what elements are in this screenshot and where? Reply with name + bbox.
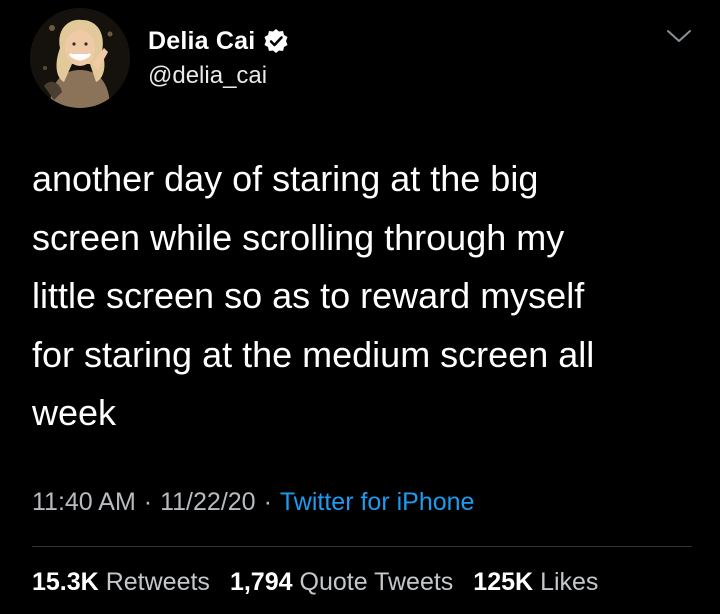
user-name-row[interactable]: Delia Cai <box>148 24 289 58</box>
retweets-count: 15.3K <box>32 568 99 596</box>
chevron-down-icon[interactable] <box>664 26 694 46</box>
tweet-date[interactable]: 11/22/20 <box>160 488 255 517</box>
meta-separator: · <box>263 488 272 516</box>
display-name[interactable]: Delia Cai <box>148 27 255 56</box>
quote-tweets-count: 1,794 <box>229 568 293 596</box>
divider <box>32 546 692 547</box>
likes-label: Likes <box>540 568 599 596</box>
quote-tweets-label: Quote Tweets <box>299 568 454 596</box>
meta-separator: · <box>143 488 153 516</box>
tweet-meta: 11:40 AM · 11/22/20 · Twitter for iPhone <box>32 488 474 517</box>
retweets-label: Retweets <box>105 568 210 596</box>
tweet-text: another day of staring at the big screen… <box>32 158 595 433</box>
verified-badge-icon <box>263 28 289 54</box>
avatar[interactable] <box>30 8 130 108</box>
retweets-stat[interactable]: 15.3K Retweets <box>32 568 210 597</box>
quote-tweets-stat[interactable]: 1,794 Quote Tweets <box>230 568 453 597</box>
tweet-stats: 15.3K Retweets 1,794 Quote Tweets 125K L… <box>32 568 598 597</box>
tweet-card: Delia Cai @delia_cai another day of star… <box>0 0 720 614</box>
tweet-time[interactable]: 11:40 AM <box>32 488 136 517</box>
avatar-photo <box>30 8 130 108</box>
user-handle[interactable]: @delia_cai <box>148 62 267 90</box>
likes-stat[interactable]: 125K Likes <box>473 568 598 597</box>
likes-count: 125K <box>473 568 534 596</box>
tweet-source-link[interactable]: Twitter for iPhone <box>280 488 475 517</box>
